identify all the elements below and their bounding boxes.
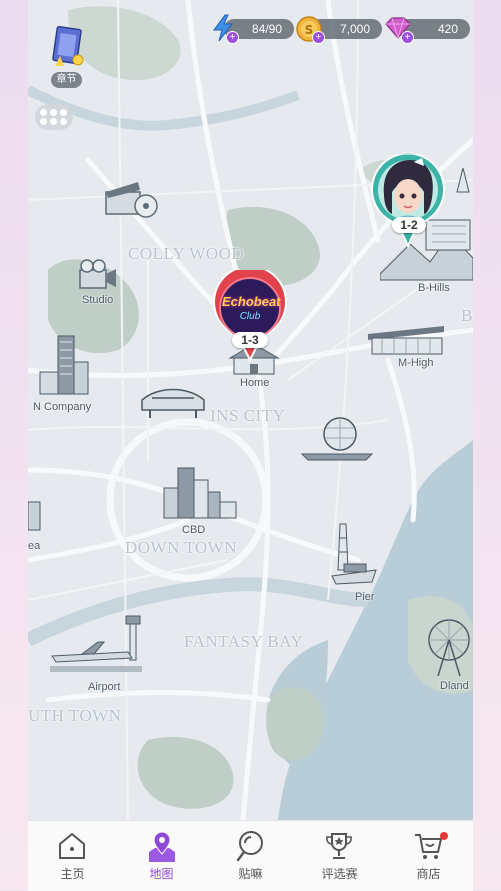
tower-building-icon — [456, 167, 470, 193]
grid-menu-button[interactable] — [35, 104, 73, 130]
district-downtown: DOWN TOWN — [125, 538, 237, 557]
energy-value: 84/90 — [251, 22, 282, 36]
clapperboard-building-icon — [105, 182, 158, 218]
edge-building-icon — [28, 501, 41, 531]
district-fantasy-bay: FANTASY BAY — [184, 632, 304, 651]
nav-label-home: 主页 — [60, 867, 85, 881]
grid-dot — [60, 118, 67, 125]
place-pier[interactable]: Pier — [355, 591, 375, 603]
character-pin[interactable]: 1-2 — [370, 152, 450, 250]
nav-label-shop: 商店 — [416, 867, 441, 881]
nav-label-map: 地图 — [149, 867, 174, 881]
district-collywood: COLLY WOOD — [128, 244, 245, 263]
echobeat-logo-title: Echobeat — [222, 294, 281, 309]
stage-badge-1-2: 1-2 — [392, 217, 426, 233]
stadium-building-icon — [300, 417, 374, 461]
nav-label-post: 贴嘛 — [238, 867, 263, 881]
place-b-hills[interactable]: B-Hills — [418, 282, 450, 294]
chapter-label[interactable]: 章节 — [51, 72, 82, 88]
stage-badge-1-3: 1-3 — [232, 332, 268, 348]
grid-dot — [50, 109, 57, 116]
right-margin — [473, 0, 501, 890]
nav-label-contest: 评选赛 — [321, 867, 358, 881]
grid-dot — [50, 118, 57, 125]
chapter-button[interactable] — [50, 26, 86, 70]
coin-add-button[interactable]: + — [312, 31, 325, 44]
city-map[interactable]: COLLY WOOD INS CITY DOWN TOWN FANTASY BA… — [28, 0, 473, 820]
shop-notification-badge — [440, 832, 448, 840]
echobeat-club-pin[interactable]: Echobeat Club 1-3 — [210, 265, 290, 364]
trophy-icon — [326, 833, 352, 859]
place-dland[interactable]: Dland — [440, 680, 469, 692]
district-edge-b: B — [461, 306, 473, 325]
place-home[interactable]: Home — [240, 377, 269, 389]
m-high-building-icon — [368, 326, 444, 355]
camera-building-icon — [79, 259, 116, 289]
grid-dot — [40, 109, 47, 116]
place-cbd[interactable]: CBD — [182, 524, 205, 536]
nav-item-map[interactable]: 地图 — [117, 821, 206, 891]
place-n-company[interactable]: N Company — [33, 401, 91, 413]
coin-value: 7,000 — [339, 22, 370, 36]
chapter-book-icon — [52, 26, 84, 66]
post-icon — [236, 831, 263, 862]
lighthouse-pier-icon — [331, 523, 377, 585]
n-company-building-icon — [39, 335, 89, 395]
nav-item-shop[interactable]: 商店 — [384, 821, 473, 891]
grid-dot — [40, 118, 47, 125]
left-margin — [0, 0, 28, 890]
map-pin-icon — [149, 831, 175, 862]
district-ins-city: INS CITY — [210, 406, 286, 425]
grid-dot — [60, 109, 67, 116]
echobeat-logo-subtitle: Club — [239, 311, 261, 322]
home-icon — [59, 833, 85, 859]
airport-plane-icon — [50, 615, 142, 672]
nav-item-contest[interactable]: 评选赛 — [295, 821, 384, 891]
ferris-wheel-icon — [428, 619, 470, 677]
bridge-building-icon — [141, 388, 205, 418]
place-airport[interactable]: Airport — [88, 681, 120, 693]
nav-item-home[interactable]: 主页 — [28, 821, 117, 891]
place-edge-ea: ea — [28, 540, 41, 552]
place-studio[interactable]: Studio — [82, 294, 113, 306]
energy-add-button[interactable]: + — [226, 31, 239, 44]
gem-add-button[interactable]: + — [401, 31, 414, 44]
district-south-town: UTH TOWN — [28, 706, 122, 725]
nav-item-post[interactable]: 贴嘛 — [206, 821, 295, 891]
gem-value: 420 — [437, 22, 458, 36]
place-m-high[interactable]: M-High — [398, 357, 433, 369]
cbd-skyline-icon — [163, 467, 237, 519]
bottom-nav-bar: 主页 地图 贴嘛 评选赛 商店 — [28, 820, 473, 891]
character-avatar-icon — [371, 152, 445, 249]
